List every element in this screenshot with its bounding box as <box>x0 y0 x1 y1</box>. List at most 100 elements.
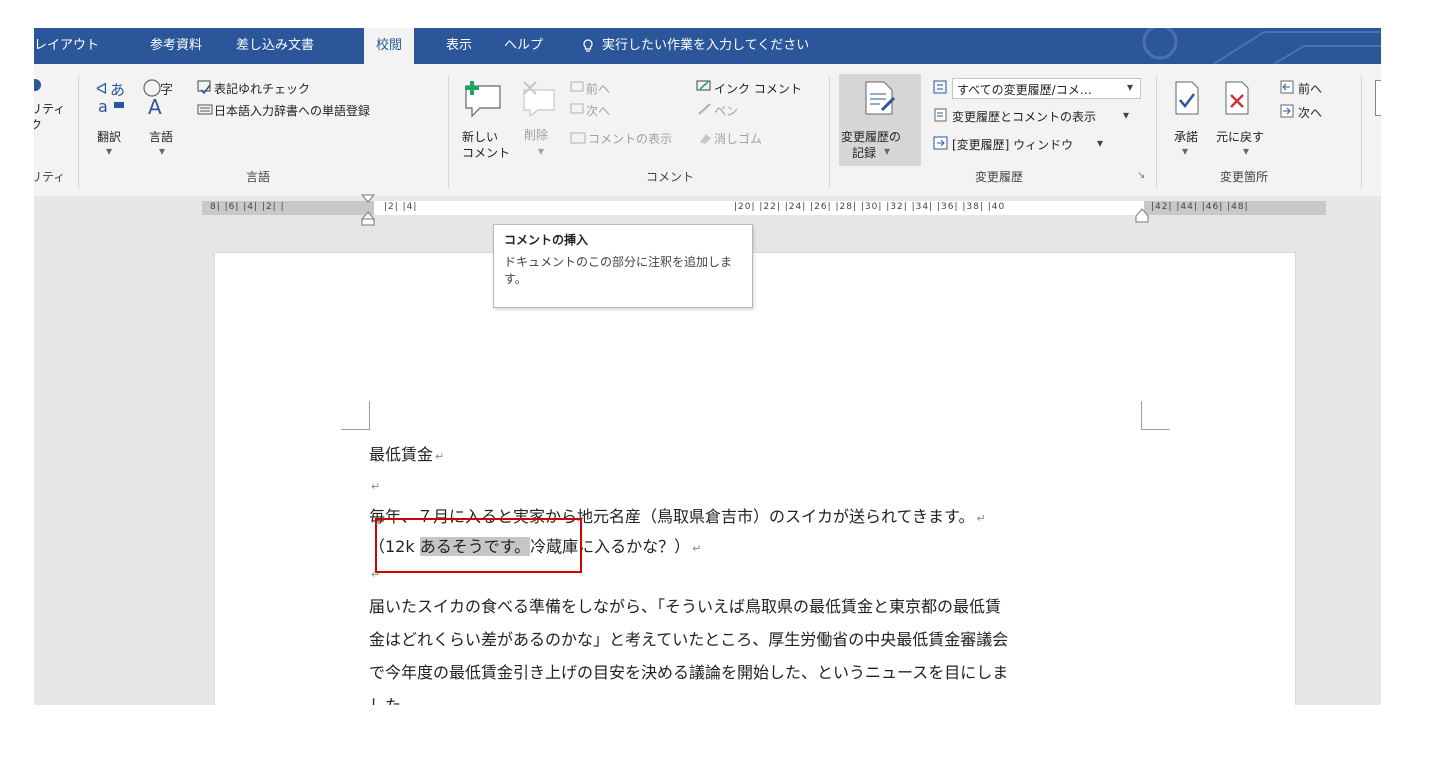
doc-para2-line-3: で今年度の最低賃金引き上げの目安を決める議論を開始した、というニュースを目にしま <box>369 663 1009 682</box>
accessibility-label-1[interactable]: リティ <box>34 100 65 117</box>
ribbon-separator <box>78 76 79 188</box>
accessibility-label-2[interactable]: ク <box>34 116 42 133</box>
language-dropdown-icon[interactable]: ▾ <box>159 144 165 158</box>
new-comment-icon <box>465 81 501 118</box>
reject-dropdown-icon[interactable]: ▾ <box>1243 144 1249 158</box>
svg-text:a: a <box>98 97 108 114</box>
tab-mailings[interactable]: 差し込み文書 <box>236 28 314 64</box>
group-comments-label: コメント <box>646 170 695 184</box>
pen-button[interactable]: ペン <box>714 102 738 119</box>
track-changes-label-2: 記録 <box>852 146 877 160</box>
previous-comment-button[interactable]: 前へ <box>586 80 610 97</box>
next-comment-icon <box>570 103 584 114</box>
tab-layout[interactable]: レイアウト <box>34 28 99 64</box>
eraser-icon <box>700 134 711 144</box>
track-changes-dropdown-icon[interactable]: ▾ <box>884 144 890 158</box>
ribbon-separator <box>1156 76 1157 188</box>
ruler-mid-numbers: |2| |4| <box>384 202 418 212</box>
accessibility-icon <box>34 79 41 91</box>
track-changes-icon <box>865 81 896 115</box>
translate-button[interactable]: 翻訳 <box>97 128 121 145</box>
next-change-icon <box>1280 104 1294 118</box>
dictionary-button[interactable]: 日本語入力辞書への単語登録 <box>214 102 370 119</box>
annotation-highlight-box <box>375 518 582 573</box>
spelling-check-button[interactable]: 表記ゆれチェック <box>214 80 310 97</box>
dialog-launcher-icon[interactable]: ↘ <box>1137 170 1145 181</box>
pen-icon <box>698 103 711 115</box>
tab-review[interactable]: 校閲 <box>364 28 415 64</box>
show-comments-button[interactable]: コメントの表示 <box>588 130 672 147</box>
show-markup-icon <box>934 108 947 122</box>
tooltip-title: コメントの挿入 <box>504 233 589 247</box>
doc-para2-line-2: 金はどれくらい差があるのかな」と考えていたところ、厚生労働省の中央最低賃金審議会 <box>369 630 1009 649</box>
show-markup-button[interactable]: 変更履歴とコメントの表示 <box>952 108 1096 125</box>
word-window: レイアウト 参考資料 差し込み文書 校閲 表示 ヘルプ 実行したい作業を入力して… <box>34 28 1381 705</box>
previous-comment-icon <box>570 81 584 92</box>
accept-button[interactable]: 承諾 <box>1174 128 1198 145</box>
previous-change-icon <box>1280 80 1294 94</box>
tab-help[interactable]: ヘルプ <box>504 28 543 64</box>
svg-text:あ: あ <box>110 81 125 99</box>
doc-title-line: 最低賃金 ↵ <box>369 441 444 465</box>
paragraph-mark: ↵ <box>371 480 381 493</box>
ribbon-separator <box>448 76 449 188</box>
group-language-label: 言語 <box>246 170 271 184</box>
dictionary-icon <box>197 104 213 115</box>
language-button[interactable]: 言語 <box>149 128 173 145</box>
empty-line: ↵ <box>369 475 380 494</box>
eraser-button[interactable]: 消しゴム <box>714 130 762 147</box>
paragraph-mark: ↵ <box>435 450 445 463</box>
tell-me-text: 実行したい作業を入力してください <box>602 38 810 53</box>
ink-comment-icon <box>696 80 711 91</box>
tab-references[interactable]: 参考資料 <box>150 28 202 64</box>
ruler-right-numbers: |20| |22| |24| |26| |28| |30| |32| |34| … <box>734 202 1006 212</box>
reject-button[interactable]: 元に戻す <box>1216 128 1264 145</box>
new-comment-label-2[interactable]: コメント <box>462 144 510 161</box>
markup-display-icon <box>933 80 947 94</box>
paragraph-mark: ↵ <box>976 512 986 525</box>
spelling-check-icon <box>197 80 211 94</box>
language-icon: 字 A <box>143 79 173 116</box>
markup-select[interactable]: すべての変更履歴/コメ… ▾ <box>952 78 1141 99</box>
accept-icon <box>1175 81 1199 115</box>
insert-comment-tooltip: コメントの挿入 ドキュメントのこの部分に注釈を追加します。 <box>493 224 753 308</box>
chevron-down-icon: ▾ <box>1127 80 1134 94</box>
tab-view[interactable]: 表示 <box>446 28 472 64</box>
markup-select-value: すべての変更履歴/コメ… <box>957 83 1092 97</box>
delete-dropdown-icon[interactable]: ▾ <box>538 144 544 158</box>
svg-text:ᐊ: ᐊ <box>96 80 108 98</box>
decorative-pattern-icon <box>1142 28 1381 64</box>
svg-text:A: A <box>148 95 162 116</box>
delete-comment-button[interactable]: 削除 <box>524 126 548 143</box>
indent-marker-icon[interactable] <box>361 194 375 228</box>
tell-me-box[interactable]: 実行したい作業を入力してください <box>582 28 809 64</box>
reviewing-pane-icon <box>933 136 948 150</box>
doc-title: 最低賃金 <box>369 445 434 464</box>
previous-change-button[interactable]: 前へ <box>1298 80 1322 97</box>
next-change-button[interactable]: 次へ <box>1298 104 1322 121</box>
accept-dropdown-icon[interactable]: ▾ <box>1182 144 1188 158</box>
new-comment-label-1[interactable]: 新しい <box>462 128 498 145</box>
reviewing-pane-button[interactable]: [変更履歴] ウィンドウ <box>952 136 1073 153</box>
doc-para2-line-1: 届いたスイカの食べる準備をしながら、「そういえば鳥取県の最低賃金と東京都の最低賃 <box>369 597 1002 616</box>
group-tracking-label: 変更履歴 <box>975 170 1024 184</box>
margin-corner-mark <box>1141 401 1170 430</box>
tooltip-body: ドキュメントのこの部分に注釈を追加します。 <box>504 255 733 286</box>
ruler-left-numbers: 8| |6| |4| |2| | <box>210 202 285 212</box>
next-comment-button[interactable]: 次へ <box>586 102 610 119</box>
document-page[interactable]: 最低賃金 ↵ ↵ 毎年、７月に入ると実家から地元名産（鳥取県倉吉市）のスイカが送ら… <box>214 252 1296 705</box>
show-markup-dropdown-icon[interactable]: ▾ <box>1123 108 1129 122</box>
ribbon-separator <box>829 76 830 188</box>
translate-dropdown-icon[interactable]: ▾ <box>106 144 112 158</box>
ink-comment-button[interactable]: インク コメント <box>714 80 802 97</box>
ruler-far-numbers: |42| |44| |46| |48| <box>1151 202 1249 212</box>
ribbon-tab-bar: レイアウト 参考資料 差し込み文書 校閲 表示 ヘルプ 実行したい作業を入力して… <box>34 28 1381 64</box>
svg-text:字: 字 <box>160 83 173 98</box>
compare-icon[interactable] <box>1375 80 1381 116</box>
doc-para2-line-4: した。 <box>369 692 417 705</box>
reviewing-pane-dropdown-icon[interactable]: ▾ <box>1097 136 1103 150</box>
right-indent-marker-icon[interactable] <box>1135 208 1149 224</box>
paragraph-mark: ↵ <box>692 542 702 555</box>
margin-corner-mark <box>341 401 370 430</box>
reject-icon <box>1225 81 1249 115</box>
